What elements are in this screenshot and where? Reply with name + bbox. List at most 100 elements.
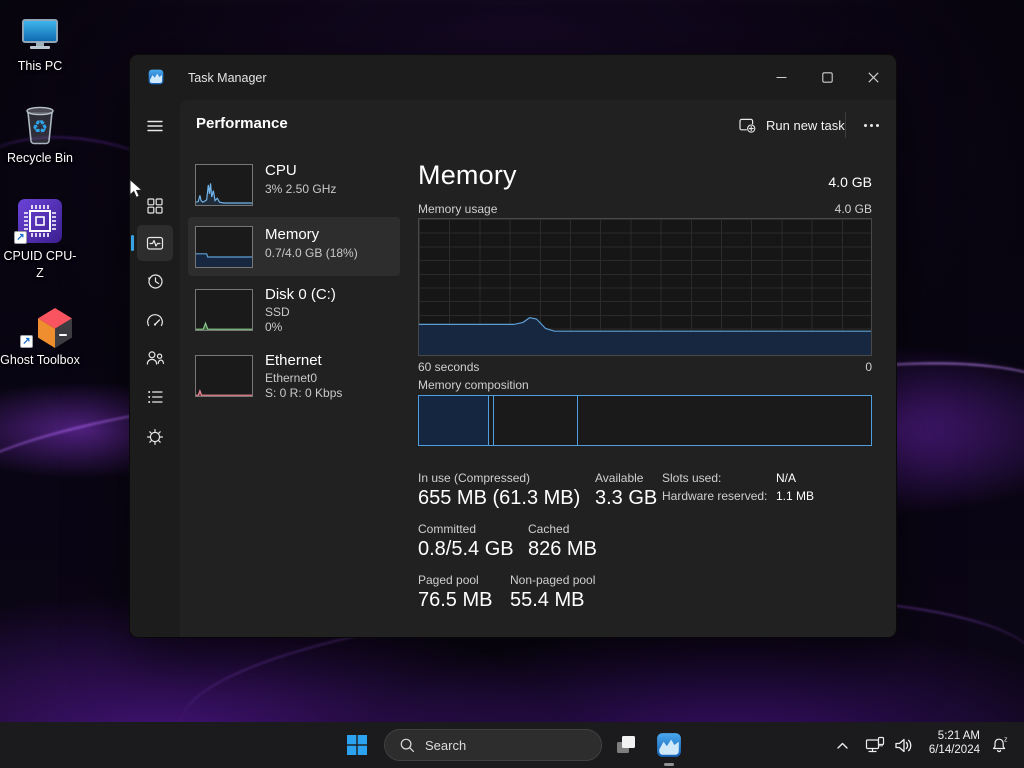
perf-list-item-disk[interactable]: Disk 0 (C:) SSD 0% bbox=[188, 283, 400, 345]
in-use-label: In use (Compressed) bbox=[418, 471, 530, 485]
search-icon bbox=[399, 737, 415, 753]
sidebar-item-app-history[interactable] bbox=[137, 263, 173, 299]
memory-detail-panel: Memory 4.0 GB Memory usage 4.0 GB 60 sec… bbox=[418, 100, 872, 637]
close-button[interactable] bbox=[850, 55, 896, 100]
in-use-value: 655 MB (61.3 MB) bbox=[418, 487, 580, 510]
speaker-icon bbox=[894, 737, 913, 754]
cached-value: 826 MB bbox=[528, 538, 597, 561]
nonpaged-pool-value: 55.4 MB bbox=[510, 589, 584, 612]
details-icon bbox=[145, 387, 165, 407]
services-icon bbox=[145, 427, 165, 447]
cpu-chip-icon: ↗ bbox=[0, 196, 80, 244]
task-manager-window: Task Manager bbox=[130, 55, 896, 637]
task-manager-app-icon bbox=[148, 69, 164, 90]
volume-tray-button[interactable] bbox=[888, 726, 918, 764]
content-panel: Performance Run new task CPU 3% 2.50 GHz bbox=[180, 100, 896, 637]
desktop-icon-this-pc[interactable]: This PC bbox=[0, 6, 80, 75]
memory-composition-label: Memory composition bbox=[418, 378, 529, 392]
this-pc-icon bbox=[0, 6, 80, 54]
desktop-icon-label: Ghost Toolbox bbox=[0, 352, 80, 369]
cpu-sparkline bbox=[195, 164, 253, 206]
users-icon bbox=[145, 348, 165, 368]
app-history-icon bbox=[145, 271, 165, 291]
search-box[interactable]: Search bbox=[384, 729, 602, 761]
composition-segment-in-use bbox=[419, 396, 489, 445]
paged-pool-label: Paged pool bbox=[418, 573, 479, 587]
nonpaged-pool-label: Non-paged pool bbox=[510, 573, 595, 587]
tray-chevron-button[interactable] bbox=[828, 726, 856, 764]
startup-apps-icon bbox=[145, 311, 165, 331]
windows-logo-icon bbox=[346, 734, 368, 756]
disk-sparkline bbox=[195, 289, 253, 331]
graph-axis-left: 60 seconds bbox=[418, 360, 479, 374]
memory-sparkline bbox=[195, 226, 253, 268]
hardware-reserved-label: Hardware reserved: bbox=[662, 489, 767, 503]
desktop-icon-label: This PC bbox=[0, 58, 80, 75]
cube-icon: ↗ bbox=[0, 300, 80, 348]
recycle-glyph: ♻ bbox=[32, 117, 48, 137]
page-title: Performance bbox=[196, 115, 288, 132]
task-view-button[interactable] bbox=[607, 726, 645, 764]
chevron-up-icon bbox=[836, 741, 849, 750]
shortcut-arrow-icon: ↗ bbox=[20, 335, 33, 348]
committed-label: Committed bbox=[418, 522, 476, 536]
memory-capacity: 4.0 GB bbox=[828, 174, 872, 190]
hamburger-menu-button[interactable] bbox=[137, 108, 173, 144]
ethernet-sparkline bbox=[195, 355, 253, 397]
slots-used-value: N/A bbox=[776, 471, 796, 485]
notification-center-button[interactable]: z bbox=[984, 726, 1016, 764]
sidebar-item-users[interactable] bbox=[137, 340, 173, 376]
network-tray-button[interactable] bbox=[860, 726, 890, 764]
memory-usage-label: Memory usage bbox=[418, 202, 497, 216]
composition-segment-free bbox=[578, 396, 871, 445]
mouse-cursor bbox=[129, 179, 148, 200]
memory-usage-axis-max: 4.0 GB bbox=[835, 202, 872, 216]
selection-indicator bbox=[131, 235, 134, 251]
desktop-icon-recycle-bin[interactable]: ♻ Recycle Bin bbox=[0, 98, 80, 167]
running-app-indicator bbox=[664, 763, 674, 766]
ethernet-network-icon bbox=[865, 736, 885, 754]
sidebar-item-startup-apps[interactable] bbox=[137, 303, 173, 339]
task-view-icon bbox=[615, 734, 637, 756]
clock[interactable]: 5:21 AM 6/14/2024 bbox=[929, 729, 980, 758]
sidebar-item-details[interactable] bbox=[137, 379, 173, 415]
sidebar-item-services[interactable] bbox=[137, 419, 173, 455]
perf-list-item-memory[interactable]: Memory 0.7/4.0 GB (18%) bbox=[188, 217, 400, 276]
committed-value: 0.8/5.4 GB bbox=[418, 538, 514, 561]
desktop-icon-cpuz[interactable]: ↗ CPUID CPU-Z bbox=[0, 196, 80, 282]
sleep-z-glyph: z bbox=[1004, 737, 1008, 744]
hamburger-menu-icon bbox=[145, 116, 165, 136]
window-titlebar[interactable]: Task Manager bbox=[130, 55, 896, 100]
desktop-icon-label: CPUID CPU-Z bbox=[0, 248, 80, 282]
slots-used-label: Slots used: bbox=[662, 471, 721, 485]
desktop-icon-ghost-toolbox[interactable]: ↗ Ghost Toolbox bbox=[0, 300, 80, 369]
search-label: Search bbox=[425, 738, 466, 753]
minimize-button[interactable] bbox=[758, 55, 804, 100]
taskbar: Search 5:21 bbox=[0, 722, 1024, 768]
shortcut-arrow-icon: ↗ bbox=[14, 231, 27, 244]
desktop-icon-label: Recycle Bin bbox=[0, 150, 80, 167]
available-value: 3.3 GB bbox=[595, 487, 657, 510]
memory-title: Memory bbox=[418, 160, 517, 191]
tray-date: 6/14/2024 bbox=[929, 743, 980, 757]
maximize-button[interactable] bbox=[804, 55, 850, 100]
window-title: Task Manager bbox=[188, 55, 267, 100]
available-label: Available bbox=[595, 471, 643, 485]
processes-icon bbox=[145, 196, 165, 216]
taskbar-task-manager-button[interactable] bbox=[650, 726, 688, 764]
cached-label: Cached bbox=[528, 522, 569, 536]
recycle-bin-icon: ♻ bbox=[0, 98, 80, 146]
paged-pool-value: 76.5 MB bbox=[418, 589, 492, 612]
task-manager-icon bbox=[656, 732, 682, 758]
start-button[interactable] bbox=[338, 726, 376, 764]
perf-list-item-cpu[interactable]: CPU 3% 2.50 GHz bbox=[188, 152, 400, 214]
graph-axis-right: 0 bbox=[865, 360, 872, 374]
memory-composition-bar bbox=[418, 395, 872, 446]
performance-icon bbox=[145, 233, 165, 253]
perf-list-item-ethernet[interactable]: Ethernet Ethernet0 S: 0 R: 0 Kbps bbox=[188, 349, 400, 411]
sidebar-item-performance[interactable] bbox=[137, 225, 173, 261]
bell-dnd-icon: z bbox=[990, 735, 1010, 755]
composition-segment-standby bbox=[494, 396, 578, 445]
memory-usage-graph bbox=[418, 218, 872, 356]
hardware-reserved-value: 1.1 MB bbox=[776, 489, 814, 503]
